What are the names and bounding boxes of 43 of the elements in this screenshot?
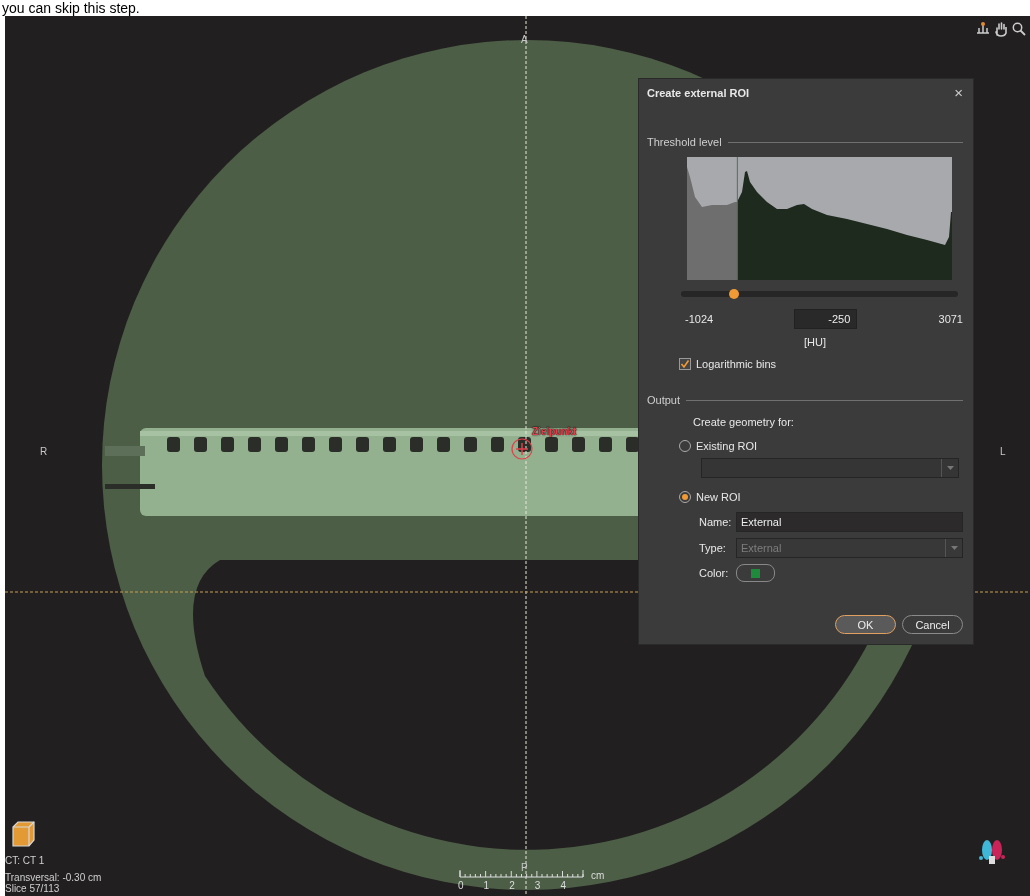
name-input[interactable]: External — [736, 512, 963, 532]
section-heading: Output — [647, 393, 681, 407]
threshold-input[interactable]: -250 — [794, 309, 858, 329]
prompt-label: Create geometry for: — [693, 415, 795, 429]
radio-label: New ROI — [696, 490, 741, 504]
checkbox[interactable] — [679, 358, 691, 370]
scale-tick-label: 3 — [534, 880, 541, 891]
orientation-label: R — [40, 446, 48, 458]
max-value-label: 3071 — [938, 312, 963, 326]
scale-unit-label: cm — [591, 870, 605, 881]
scale-tick-label: 2 — [509, 880, 515, 891]
color-picker-button[interactable] — [736, 564, 775, 582]
orientation-label: L — [1000, 446, 1006, 458]
field-label: Color: — [699, 566, 730, 580]
close-button[interactable]: × — [954, 86, 963, 100]
orientation-label: P — [521, 862, 528, 874]
slider-thumb[interactable] — [728, 289, 739, 299]
field-label: Name: — [699, 515, 733, 529]
orientation-label: A — [521, 34, 528, 46]
dialog-title: Create external ROI — [647, 86, 750, 100]
target-marker-icon — [510, 437, 534, 461]
position-label: Transversal: -0.30 cm — [5, 872, 102, 883]
caption-text: you can skip this step. — [1, 0, 141, 16]
hand-icon[interactable] — [993, 21, 1009, 37]
caret-icon — [950, 546, 958, 550]
slice-label: Slice 57/113 — [5, 883, 61, 894]
section-heading: Threshold level — [647, 135, 722, 149]
scale-tick-label: 4 — [560, 880, 566, 891]
cancel-button[interactable]: Cancel — [902, 615, 963, 634]
measure-icon[interactable] — [975, 21, 991, 37]
radio-label: Existing ROI — [696, 439, 758, 453]
series-label: CT: CT 1 — [5, 855, 46, 866]
scale-tick-label: 1 — [483, 880, 490, 891]
checkbox-label: Logarithmic bins — [696, 357, 777, 371]
cube-icon[interactable] — [10, 820, 36, 848]
caret-icon — [946, 466, 954, 470]
unit-label: [HU] — [804, 335, 826, 349]
target-label: Zielpunkt — [532, 426, 577, 437]
scale-tick-label: 0 — [458, 880, 464, 891]
min-value-label: -1024 — [685, 312, 714, 326]
ok-button[interactable]: OK — [835, 615, 896, 634]
field-label: Type: — [699, 541, 727, 555]
search-icon[interactable] — [1011, 21, 1027, 37]
